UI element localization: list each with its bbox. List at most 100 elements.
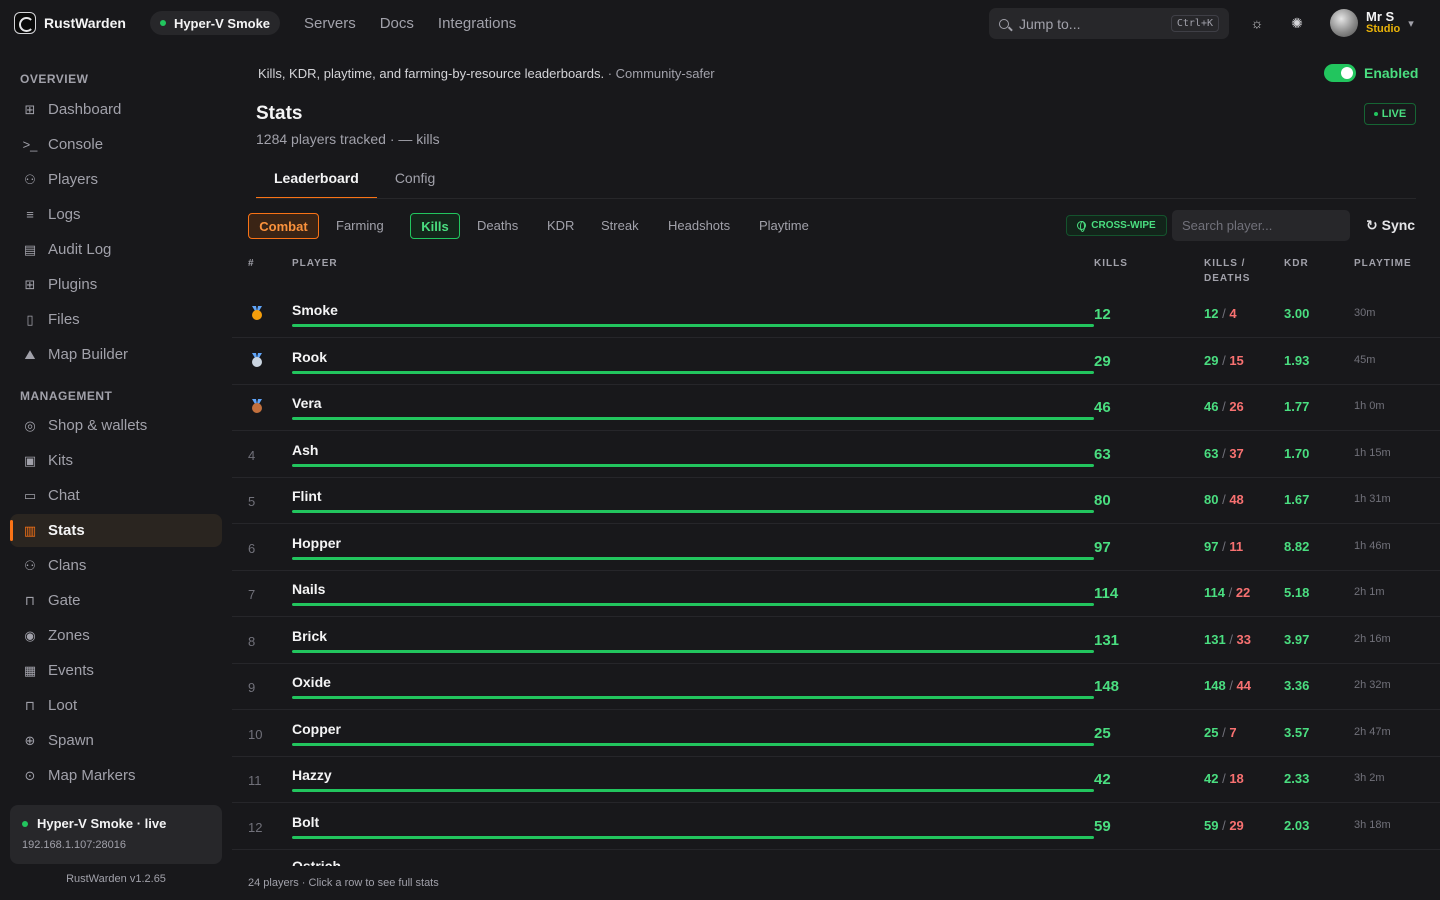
user-menu[interactable]: Mr S Studio ▾ [1330, 9, 1414, 37]
column-playtime[interactable]: PLAYTIME [1354, 256, 1412, 271]
column-kills-deaths[interactable]: KILLS / DEATHS [1204, 256, 1250, 286]
metric-kills[interactable]: Kills [410, 213, 460, 239]
playtime-value: 1h 46m [1354, 540, 1391, 552]
avatar [1330, 9, 1358, 37]
table-row[interactable]: 8 Brick 131 131 / 33 3.97 2h 16m [232, 618, 1440, 664]
table-row[interactable]: 7 Nails 114 114 / 22 5.18 2h 1m [232, 571, 1440, 617]
metric-playtime[interactable]: Playtime [759, 218, 809, 233]
globe-icon [1077, 221, 1087, 232]
metric-deaths[interactable]: Deaths [477, 218, 518, 233]
tab-leaderboard[interactable]: Leaderboard [256, 170, 377, 199]
sidebar-item-loot[interactable]: ⊓ Loot [10, 689, 222, 722]
plus-circle-icon: ⊕ [24, 732, 36, 748]
sun-icon[interactable]: ☼ [1250, 16, 1264, 30]
category-farming[interactable]: Farming [336, 218, 384, 233]
sidebar-item-gate[interactable]: ⊓ Gate [10, 584, 222, 617]
player-name: Hazzy [292, 767, 332, 783]
theme-toggle-icon[interactable]: ✺ [1290, 16, 1304, 30]
sidebar-item-label: Plugins [48, 276, 98, 293]
kills-value: 59 [1094, 818, 1111, 835]
table-row[interactable]: 9 Oxide 148 148 / 44 3.36 2h 32m [232, 664, 1440, 710]
jump-to-search[interactable]: Jump to... Ctrl+K [989, 8, 1229, 39]
kd-kills: 80 [1204, 492, 1219, 507]
toggle-switch[interactable] [1324, 64, 1356, 82]
server-selector[interactable]: Hyper-V Smoke [149, 11, 281, 35]
map-icon: ⛰ [24, 346, 36, 362]
table-row[interactable]: 6 Hopper 97 97 / 11 8.82 1h 46m [232, 525, 1440, 571]
category-combat[interactable]: Combat [248, 213, 319, 239]
column-player[interactable]: PLAYER [292, 256, 338, 271]
kills-bar [292, 789, 1094, 792]
sidebar-item-shop[interactable]: ◎ Shop & wallets [10, 409, 222, 442]
group-icon: ⚇ [24, 557, 36, 573]
user-role: Studio [1366, 23, 1401, 35]
nav-servers[interactable]: Servers [304, 15, 356, 32]
kdr-value: 2.33 [1284, 771, 1310, 786]
sidebar-item-label: Logs [48, 206, 81, 223]
puzzle-icon: ⊞ [24, 276, 36, 292]
server-status-card[interactable]: Hyper-V Smoke · live 192.168.1.107:28016 [10, 805, 222, 864]
sidebar-item-map-markers[interactable]: ⊙ Map Markers [10, 759, 222, 792]
table-row[interactable]: Rook 29 29 / 15 1.93 45m [232, 339, 1440, 385]
list-icon: ≡ [26, 207, 34, 222]
cross-wipe-toggle[interactable]: CROSS-WIPE [1066, 215, 1167, 236]
users-icon: ⚇ [24, 171, 36, 187]
top-nav: Servers Docs Integrations [304, 15, 516, 32]
nav-docs[interactable]: Docs [380, 15, 414, 32]
metric-streak[interactable]: Streak [601, 218, 639, 233]
kills-value: 114 [1094, 585, 1119, 602]
column-kills[interactable]: KILLS [1094, 256, 1128, 271]
kdr-value: 8.82 [1284, 539, 1310, 554]
enabled-toggle[interactable]: Enabled [1324, 64, 1418, 82]
tab-config[interactable]: Config [377, 170, 453, 199]
column-kdr[interactable]: KDR [1284, 256, 1309, 271]
brand[interactable]: RustWarden [14, 12, 126, 34]
table-row[interactable]: 10 Copper 25 25 / 7 3.57 2h 47m [232, 711, 1440, 757]
sidebar-item-events[interactable]: ▦ Events [10, 654, 222, 687]
table-row[interactable]: Smoke 12 12 / 4 3.00 30m [232, 292, 1440, 338]
sidebar-item-dashboard[interactable]: ⊞ Dashboard [10, 93, 222, 126]
nav-integrations[interactable]: Integrations [438, 15, 516, 32]
kd-kills: 114 [1204, 585, 1225, 600]
player-name: Brick [292, 628, 328, 644]
sidebar-item-kits[interactable]: ▣ Kits [10, 444, 222, 477]
sidebar-item-players[interactable]: ⚇ Players [10, 163, 222, 196]
table-row[interactable]: 11 Hazzy 42 42 / 18 2.33 3h 2m [232, 757, 1440, 803]
table-row[interactable]: 5 Flint 80 80 / 48 1.67 1h 31m [232, 478, 1440, 524]
kdr-value: 1.67 [1284, 492, 1310, 507]
bar-chart-icon: ▥ [23, 522, 37, 538]
sidebar-item-label: Dashboard [48, 101, 122, 118]
sync-button[interactable]: ↻ Sync [1366, 217, 1415, 234]
player-name: Bolt [292, 814, 320, 830]
sidebar-item-spawn[interactable]: ⊕ Spawn [10, 724, 222, 757]
sidebar-item-logs[interactable]: ≡ Logs [10, 198, 222, 231]
table-row[interactable]: Vera 46 46 / 26 1.77 1h 0m [232, 385, 1440, 431]
table-row[interactable]: 4 Ash 63 63 / 37 1.70 1h 15m [232, 432, 1440, 478]
search-player-input[interactable] [1172, 210, 1350, 241]
row-divider [232, 430, 1440, 431]
sidebar-item-console[interactable]: >_ Console [10, 128, 222, 161]
sidebar-item-chat[interactable]: ▭ Chat [10, 479, 222, 512]
sidebar-item-stats[interactable]: ▥ Stats [10, 514, 222, 547]
kills-value: 63 [1094, 446, 1111, 463]
calendar-icon: ▦ [23, 662, 37, 678]
metric-kdr[interactable]: KDR [547, 218, 574, 233]
row-divider [232, 337, 1440, 338]
kills-deaths-value: 97 / 11 [1204, 539, 1244, 554]
player-name: Ash [292, 442, 319, 458]
sidebar-item-zones[interactable]: ◉ Zones [10, 619, 222, 652]
kd-kills: 25 [1204, 725, 1219, 740]
kills-deaths-value: 63 / 37 [1204, 446, 1244, 461]
kdr-value: 1.93 [1284, 353, 1310, 368]
sidebar-item-clans[interactable]: ⚇ Clans [10, 549, 222, 582]
metric-headshots[interactable]: Headshots [668, 218, 730, 233]
table-row[interactable]: 12 Bolt 59 59 / 29 2.03 3h 18m [232, 804, 1440, 850]
sidebar-item-label: Map Builder [48, 346, 129, 363]
rank-number: 6 [248, 541, 256, 556]
sidebar-item-audit-log[interactable]: ▤ Audit Log [10, 233, 222, 266]
sidebar-item-files[interactable]: ▯ Files [10, 303, 222, 336]
sidebar-item-plugins[interactable]: ⊞ Plugins [10, 268, 222, 301]
sidebar-item-map-builder[interactable]: ⛰ Map Builder [10, 338, 222, 371]
kd-kills: 97 [1204, 539, 1219, 554]
lock-icon: ⊓ [24, 592, 36, 608]
